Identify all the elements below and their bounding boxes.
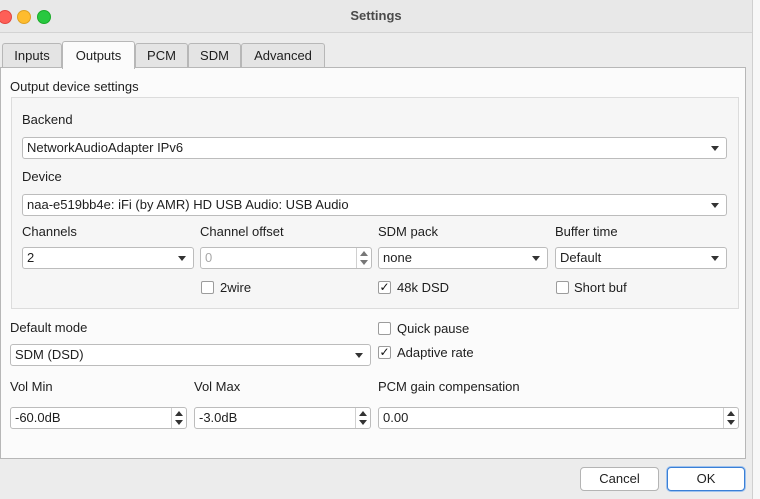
arrow-down-icon (727, 420, 735, 425)
channel-offset-value: 0 (205, 250, 213, 265)
background-window-edge (752, 0, 760, 499)
backend-value: NetworkAudioAdapter IPv6 (27, 140, 184, 155)
device-value: naa-e519bb4e: iFi (by AMR) HD USB Audio:… (27, 197, 349, 212)
arrow-down-icon (175, 420, 183, 425)
twowire-label: 2wire (220, 280, 252, 295)
device-select[interactable]: naa-e519bb4e: iFi (by AMR) HD USB Audio:… (22, 194, 727, 216)
ok-button[interactable]: OK (667, 467, 745, 491)
tab-pcm[interactable]: PCM (135, 43, 188, 67)
sdm-pack-value: none (383, 250, 412, 265)
chevron-down-icon (711, 256, 719, 261)
quick-pause-label: Quick pause (397, 321, 470, 336)
tab-inputs[interactable]: Inputs (2, 43, 62, 67)
sdm-pack-label: SDM pack (378, 224, 438, 239)
tab-outputs[interactable]: Outputs (62, 41, 135, 69)
vol-min-value: -60.0dB (15, 410, 61, 425)
stepper-buttons[interactable] (356, 248, 371, 268)
cancel-button[interactable]: Cancel (580, 467, 659, 491)
dsd48k-checkbox[interactable]: ✓ (378, 281, 391, 294)
buffer-time-select[interactable]: Default (555, 247, 727, 269)
channels-value: 2 (27, 250, 35, 265)
dsd48k-label: 48k DSD (397, 280, 450, 295)
arrow-up-icon (359, 411, 367, 416)
stepper-buttons[interactable] (355, 408, 370, 428)
output-device-settings-title: Output device settings (10, 79, 139, 94)
channels-select[interactable]: 2 (22, 247, 194, 269)
vol-max-label: Vol Max (194, 379, 241, 394)
vol-max-value: -3.0dB (199, 410, 238, 425)
buffer-time-value: Default (560, 250, 602, 265)
adaptive-rate-checkbox[interactable]: ✓ (378, 346, 391, 359)
arrow-up-icon (727, 411, 735, 416)
backend-label: Backend (22, 112, 73, 127)
twowire-checkbox[interactable] (201, 281, 214, 294)
chevron-down-icon (532, 256, 540, 261)
pcm-gain-value: 0.00 (383, 410, 409, 425)
arrow-up-icon (360, 251, 368, 256)
chevron-down-icon (355, 353, 363, 358)
vol-max-spinbox[interactable]: -3.0dB (194, 407, 371, 429)
chevron-down-icon (711, 146, 719, 151)
adaptive-rate-label: Adaptive rate (397, 345, 474, 360)
short-buf-checkbox[interactable] (556, 281, 569, 294)
arrow-up-icon (175, 411, 183, 416)
stepper-buttons[interactable] (171, 408, 186, 428)
arrow-down-icon (360, 260, 368, 265)
vol-min-label: Vol Min (10, 379, 53, 394)
pcm-gain-spinbox[interactable]: 0.00 (378, 407, 739, 429)
sdm-pack-select[interactable]: none (378, 247, 548, 269)
chevron-down-icon (178, 256, 186, 261)
window-title: Settings (350, 8, 402, 23)
channels-label: Channels (22, 224, 77, 239)
pcm-gain-label: PCM gain compensation (378, 379, 520, 394)
tab-advanced[interactable]: Advanced (241, 43, 325, 67)
vol-min-spinbox[interactable]: -60.0dB (10, 407, 187, 429)
default-mode-label: Default mode (10, 320, 88, 335)
device-label: Device (22, 169, 62, 184)
short-buf-label: Short buf (574, 280, 627, 295)
channel-offset-label: Channel offset (200, 224, 284, 239)
buffer-time-label: Buffer time (555, 224, 618, 239)
channel-offset-spinbox[interactable]: 0 (200, 247, 372, 269)
default-mode-value: SDM (DSD) (15, 347, 84, 362)
quick-pause-checkbox[interactable] (378, 322, 391, 335)
backend-select[interactable]: NetworkAudioAdapter IPv6 (22, 137, 727, 159)
default-mode-select[interactable]: SDM (DSD) (10, 344, 371, 366)
stepper-buttons[interactable] (723, 408, 738, 428)
tab-sdm[interactable]: SDM (188, 43, 241, 67)
chevron-down-icon (711, 203, 719, 208)
arrow-down-icon (359, 420, 367, 425)
